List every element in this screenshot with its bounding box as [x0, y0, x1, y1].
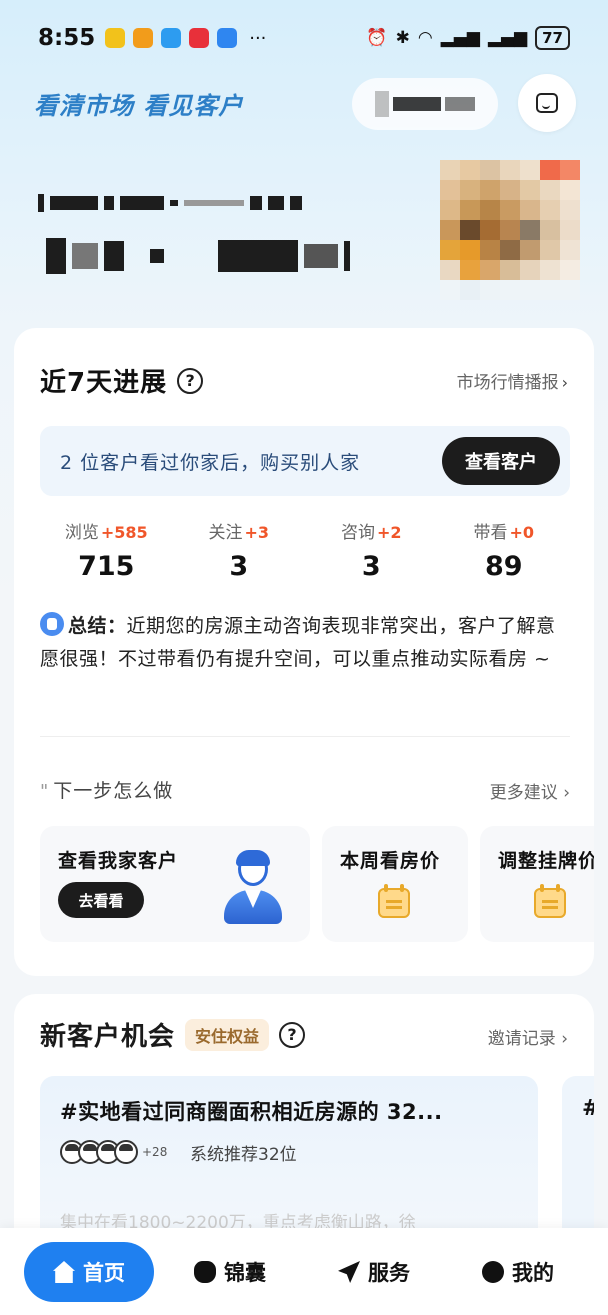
- stat-views[interactable]: 浏览 +585 715: [40, 518, 173, 582]
- stat-inquiries[interactable]: 咨询 +2 3: [305, 518, 438, 582]
- lost-customer-alert: 2 位客户看过你家后，购买别人家 查看客户: [40, 426, 570, 496]
- alert-text: 2 位客户看过你家后，购买别人家: [60, 451, 361, 474]
- avatar-count: +28: [142, 1145, 168, 1159]
- suggestion-card-adjust-price[interactable]: 调整挂牌价: [480, 826, 594, 942]
- opportunity-subtitle: 系统推荐32位: [190, 1145, 297, 1165]
- customer-avatar-icon: [220, 850, 284, 926]
- app-notification-icon: [161, 28, 182, 48]
- app-notification-icon: [133, 28, 154, 48]
- summary-label: 总结：: [68, 615, 127, 637]
- stat-follows[interactable]: 关注 +3 3: [173, 518, 306, 582]
- invite-records-link[interactable]: 邀请记录 ›: [488, 1024, 568, 1049]
- chevron-right-icon: ›: [555, 1029, 568, 1049]
- progress-card-title: 近7天进展: [40, 368, 168, 398]
- stat-delta: +0: [509, 523, 535, 542]
- opportunity-title: #: [582, 1096, 594, 1121]
- send-icon: [338, 1261, 360, 1283]
- recommended-avatars: +28: [60, 1140, 167, 1164]
- calendar-icon: [378, 884, 410, 918]
- quote-icon: ": [40, 781, 50, 802]
- tab-label: 锦囊: [224, 1261, 266, 1285]
- app-notification-icon: [217, 28, 238, 48]
- suggestion-card-weekly-price[interactable]: 本周看房价: [322, 826, 468, 942]
- question-icon[interactable]: ?: [279, 1021, 306, 1048]
- bluetooth-icon: ✱: [395, 28, 410, 48]
- benefit-badge: 安住权益: [185, 1018, 270, 1051]
- divider: [40, 736, 570, 737]
- app-notification-icon: [189, 28, 210, 48]
- signal-icon: ▂▄▆: [440, 28, 480, 48]
- wifi-icon: ◠: [417, 28, 433, 48]
- status-time: 8:55: [38, 25, 96, 51]
- avatar-icon: [114, 1140, 138, 1164]
- question-icon[interactable]: ?: [177, 367, 204, 394]
- next-steps-header: " 下一步怎么做 更多建议 ›: [40, 776, 570, 803]
- market-report-link[interactable]: 市场行情播报 ›: [457, 368, 568, 393]
- tab-tips[interactable]: 锦囊: [194, 1242, 266, 1302]
- more-suggestions-label: 更多建议: [489, 783, 558, 803]
- bottom-tab-bar: 首页 锦囊 服务 我的: [0, 1228, 608, 1315]
- home-icon: [53, 1261, 75, 1283]
- invite-records-label: 邀请记录: [487, 1029, 556, 1049]
- opportunity-title: #实地看过同商圈面积相近房源的 32...: [60, 1100, 443, 1124]
- suggestion-title: 查看我家客户: [58, 850, 179, 872]
- stat-value: 89: [484, 551, 523, 582]
- stat-value: 715: [78, 551, 135, 582]
- tab-home[interactable]: 首页: [24, 1242, 154, 1302]
- go-look-button[interactable]: 去看看: [58, 882, 144, 918]
- stat-delta: +2: [376, 523, 402, 542]
- suggestion-title: 本周看房价: [340, 850, 441, 872]
- next-steps-title: 下一步怎么做: [53, 780, 174, 802]
- tab-service[interactable]: 服务: [338, 1242, 410, 1302]
- message-square-icon: [536, 93, 558, 113]
- progress-card: 近7天进展 ? 市场行情播报 › 2 位客户看过你家后，购买别人家 查看客户 浏览…: [14, 328, 594, 976]
- tab-label: 服务: [368, 1261, 410, 1285]
- view-customers-button[interactable]: 查看客户: [442, 437, 560, 485]
- stat-delta: +3: [244, 523, 270, 542]
- stat-label: 咨询: [340, 523, 375, 543]
- tab-label: 我的: [512, 1261, 554, 1285]
- bag-icon: [194, 1261, 216, 1283]
- redacted-property-address: [38, 194, 302, 212]
- redacted-property-photo: [440, 160, 580, 300]
- chevron-right-icon: ›: [561, 373, 568, 392]
- brand-row: 看清市场 看见客户: [0, 72, 608, 132]
- signal-icon: ▂▄▆: [487, 28, 528, 48]
- stat-delta: +585: [100, 523, 148, 542]
- opportunity-card-title: 新客户机会: [40, 1022, 176, 1052]
- suggestion-title: 调整挂牌价: [498, 850, 594, 872]
- chevron-right-icon: ›: [557, 783, 570, 803]
- stat-viewings[interactable]: 带看 +0 89: [438, 518, 571, 582]
- message-button[interactable]: [518, 74, 576, 132]
- progress-card-header: 近7天进展 ?: [40, 362, 204, 399]
- battery-icon: 77: [535, 26, 570, 50]
- status-bar: 8:55 ··· ⏰ ✱ ◠ ▂▄▆ ▂▄▆ 77: [0, 0, 608, 76]
- app-notification-icon: [105, 28, 126, 48]
- redacted-user-name: [352, 78, 498, 130]
- alarm-icon: ⏰: [366, 28, 388, 48]
- stat-label: 关注: [208, 523, 243, 543]
- more-notifications: ···: [249, 27, 267, 49]
- opportunity-card-header: 新客户机会 安住权益 ?: [40, 1016, 306, 1053]
- redacted-property-detail: [46, 238, 350, 274]
- stats-row: 浏览 +585 715 关注 +3 3 咨询 +2 3 带看 +0 89: [40, 518, 570, 582]
- status-indicators: ⏰ ✱ ◠ ▂▄▆ ▂▄▆ 77: [366, 26, 570, 50]
- tab-label: 首页: [83, 1261, 125, 1285]
- stat-value: 3: [361, 551, 381, 582]
- stat-value: 3: [229, 551, 249, 582]
- tab-mine[interactable]: 我的: [482, 1242, 554, 1302]
- market-report-label: 市场行情播报: [456, 373, 559, 393]
- more-suggestions-link[interactable]: 更多建议 ›: [490, 778, 570, 803]
- opportunity-card: 新客户机会 安住权益 ? 邀请记录 › #实地看过同商圈面积相近房源的 32..…: [14, 994, 594, 1254]
- summary: 总结：近期您的房源主动咨询表现非常突出，客户了解意愿很强！不过带看仍有提升空间，…: [40, 610, 574, 676]
- price-tag-icon: [534, 884, 566, 918]
- suggestion-card-my-customers[interactable]: 查看我家客户 去看看: [40, 826, 310, 942]
- slogan: 看清市场 看见客户: [34, 91, 244, 120]
- stat-label: 带看: [473, 523, 508, 543]
- profile-icon: [482, 1261, 504, 1283]
- ai-summary-icon: [40, 612, 64, 636]
- stat-label: 浏览: [64, 523, 99, 543]
